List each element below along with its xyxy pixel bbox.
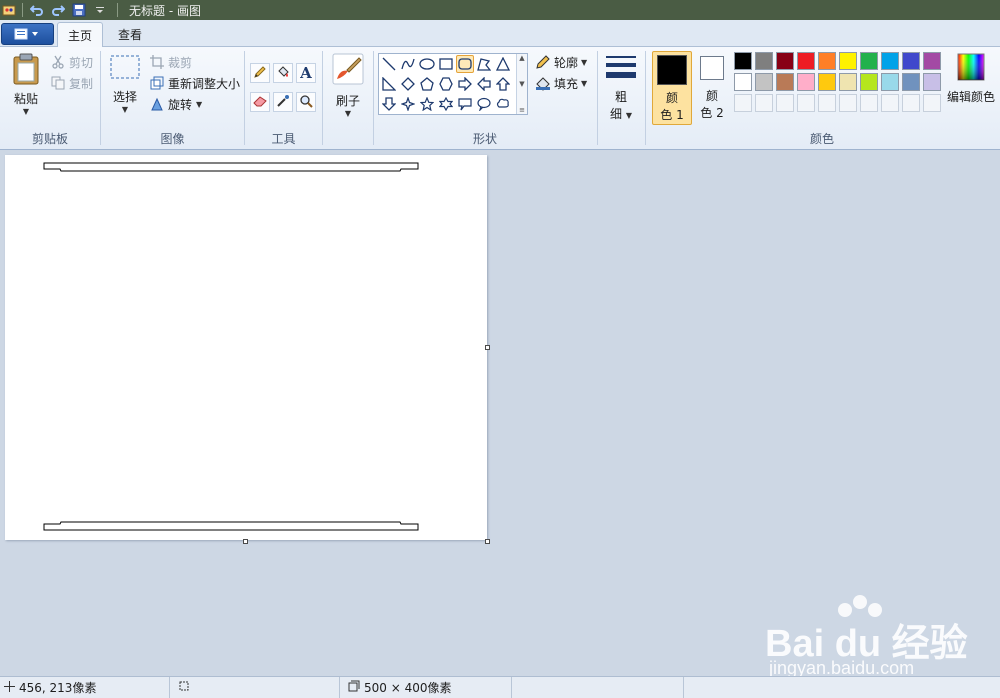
size-label-line2: 细 ▼ — [610, 105, 632, 122]
magnifier-icon — [299, 94, 313, 111]
fill-bucket-button[interactable] — [273, 63, 293, 83]
resize-icon — [149, 75, 165, 91]
canvas-size-text: 500 × 400像素 — [364, 681, 452, 695]
window-title: 无标题 - 画图 — [129, 3, 201, 18]
eyedropper-icon — [276, 94, 290, 111]
brushes-dropdown-icon: ▼ — [344, 109, 352, 118]
colors-group: 颜色 — [646, 47, 998, 150]
paint-bucket-icon — [276, 65, 290, 82]
file-size-cell — [512, 676, 684, 698]
canvas-resize-handle-corner[interactable] — [485, 539, 490, 544]
line-thickness-icon — [605, 53, 637, 84]
redo-icon[interactable] — [49, 1, 67, 19]
paint-app-icon[interactable] — [1, 2, 17, 18]
size-button[interactable]: 粗 细 ▼ — [602, 53, 640, 122]
tools-group: A 工具 — [245, 47, 322, 150]
select-label: 选择 — [112, 90, 137, 104]
cursor-position-cell: 456, 213像素 — [0, 676, 170, 698]
status-bar: 456, 213像素 500 × 400像素 — [0, 676, 1000, 698]
undo-icon[interactable] — [28, 1, 46, 19]
selection-size-cell — [170, 676, 340, 698]
pencil-icon — [253, 65, 267, 82]
paint-menu-button[interactable] — [1, 23, 54, 45]
paste-button[interactable]: 粘贴 ▼ — [8, 53, 44, 116]
select-dropdown-icon: ▼ — [121, 105, 129, 114]
crop-icon — [149, 54, 165, 70]
rotate-button[interactable]: 旋转 ▼ — [149, 95, 202, 113]
customize-quick-access-icon[interactable] — [91, 1, 109, 19]
magnifier-button[interactable] — [296, 92, 316, 112]
ribbon-tab-row: 主页 查看 — [0, 20, 1000, 47]
colors-group-label: 颜色 — [809, 132, 834, 146]
baidu-watermark: Bai du 经验 jingyan.baidu.com — [765, 590, 968, 683]
clipboard-group: 粘贴 ▼ 剪切 复制 剪贴板 — [0, 47, 100, 150]
color-picker-button[interactable] — [273, 92, 293, 112]
paste-icon — [12, 53, 40, 88]
select-button[interactable]: 选择 ▼ — [107, 55, 143, 114]
canvas-size-cell: 500 × 400像素 — [340, 676, 512, 698]
canvas-resize-handle-right[interactable] — [485, 345, 490, 350]
tab-view[interactable]: 查看 — [108, 22, 152, 47]
copy-label: 复制 — [69, 76, 94, 91]
eraser-icon — [253, 94, 267, 111]
select-rectangle-icon — [110, 55, 140, 82]
canvas-drawing — [43, 162, 419, 531]
title-bar: 无标题 - 画图 — [0, 0, 1000, 20]
copy-button[interactable]: 复制 — [50, 74, 93, 92]
resize-button[interactable]: 重新调整大小 — [149, 74, 240, 92]
cursor-position-text: 456, 213像素 — [19, 681, 97, 695]
brushes-button[interactable]: 刷子 ▼ — [329, 53, 367, 118]
group-divider — [597, 51, 598, 145]
drawing-canvas[interactable] — [5, 155, 487, 540]
rotate-dropdown-icon: ▼ — [196, 99, 203, 109]
tab-home[interactable]: 主页 — [57, 22, 103, 47]
brushes-label: 刷子 — [335, 94, 360, 108]
rotate-icon — [149, 96, 165, 112]
tools-group-label: 工具 — [271, 132, 296, 146]
size-label-text: 细 — [610, 107, 623, 121]
shapes-group-label: 形状 — [472, 132, 497, 146]
eraser-button[interactable] — [250, 92, 270, 112]
size-label-line1: 粗 — [614, 90, 627, 104]
brush-icon — [332, 53, 364, 88]
title-separator — [117, 3, 118, 17]
size-dropdown-icon: ▼ — [625, 111, 632, 120]
text-tool-button[interactable]: A — [296, 63, 316, 83]
text-a-icon: A — [300, 64, 312, 82]
cut-button[interactable]: 剪切 — [50, 53, 93, 71]
image-group-label: 图像 — [160, 132, 185, 146]
cut-label: 剪切 — [69, 55, 94, 70]
selection-size-icon — [178, 680, 190, 695]
pencil-button[interactable] — [250, 63, 270, 83]
crosshair-icon — [4, 680, 15, 695]
title-separator — [22, 3, 23, 17]
resize-label: 重新调整大小 — [168, 76, 241, 91]
save-icon[interactable] — [70, 1, 88, 19]
canvas-workspace[interactable]: Bai du 经验 jingyan.baidu.com — [0, 150, 1000, 678]
image-group: 选择 ▼ 裁剪 重新调整大小 旋转 ▼ 图像 — [101, 47, 244, 150]
paste-dropdown-icon: ▼ — [22, 107, 30, 116]
clipboard-group-label: 剪贴板 — [31, 132, 68, 146]
paste-label: 粘贴 — [13, 92, 38, 106]
canvas-resize-handle-bottom[interactable] — [243, 539, 248, 544]
brushes-group: 刷子 ▼ — [323, 47, 373, 150]
shapes-label-holder: 形状 — [374, 47, 596, 150]
canvas-size-icon — [348, 680, 360, 695]
scissors-icon — [50, 54, 66, 70]
copy-icon — [50, 75, 66, 91]
crop-button[interactable]: 裁剪 — [149, 53, 192, 71]
ribbon: 粘贴 ▼ 剪切 复制 剪贴板 选择 ▼ 裁剪 重新调整大小 旋转 ▼ 图像 A … — [0, 47, 1000, 150]
crop-label: 裁剪 — [168, 55, 193, 70]
rotate-label: 旋转 — [168, 97, 193, 112]
